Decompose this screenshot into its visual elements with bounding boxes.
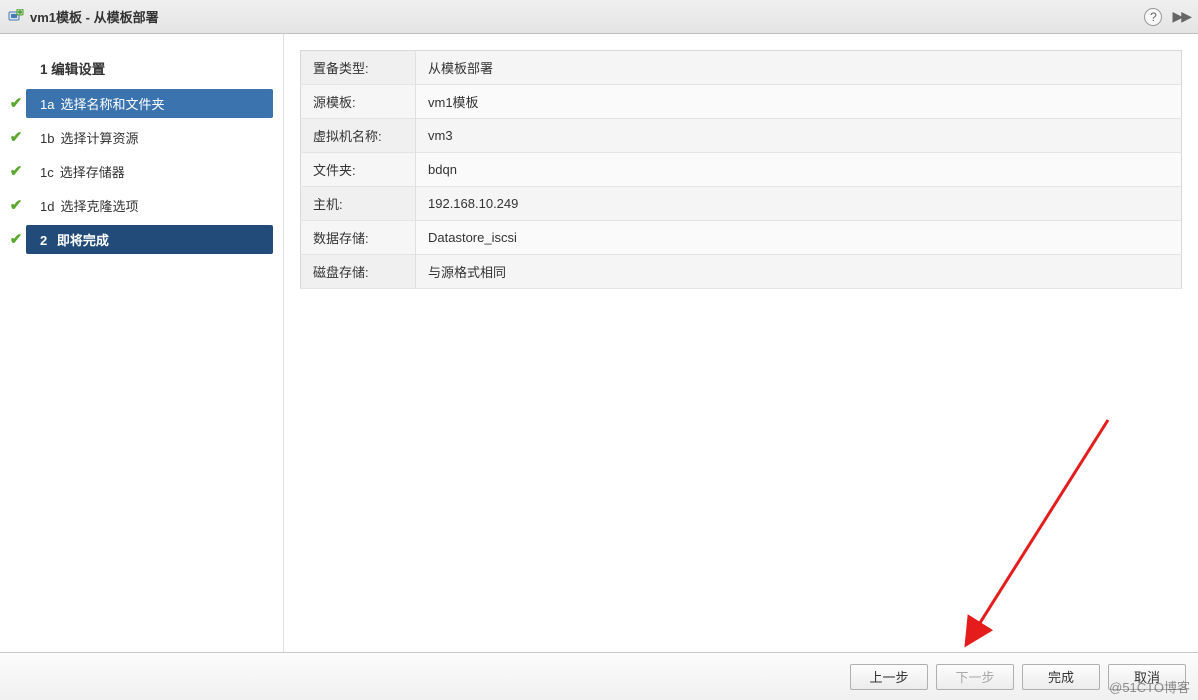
summary-table: 置备类型:从模板部署 源模板:vm1模板 虚拟机名称:vm3 文件夹:bdqn …: [300, 50, 1182, 289]
summary-panel: 置备类型:从模板部署 源模板:vm1模板 虚拟机名称:vm3 文件夹:bdqn …: [284, 34, 1198, 652]
checkmark-icon: ✔: [6, 162, 26, 180]
step-label: 1c选择存储器: [26, 157, 273, 186]
main-area: 1 编辑设置 ✔ 1a选择名称和文件夹 ✔ 1b选择计算资源 ✔ 1c选择存储器…: [0, 34, 1198, 652]
wizard-sidebar: 1 编辑设置 ✔ 1a选择名称和文件夹 ✔ 1b选择计算资源 ✔ 1c选择存储器…: [0, 34, 284, 652]
step-label: 1a选择名称和文件夹: [26, 89, 273, 118]
sidebar-section-title: 1 编辑设置: [0, 52, 273, 88]
checkmark-icon: ✔: [6, 94, 26, 112]
titlebar: vm1模板 - 从模板部署 ? ▶▶: [0, 0, 1198, 34]
help-icon[interactable]: ?: [1144, 8, 1162, 26]
row-provision-type: 置备类型:从模板部署: [301, 51, 1182, 85]
step-label: 1b选择计算资源: [26, 123, 273, 152]
row-source-template: 源模板:vm1模板: [301, 85, 1182, 119]
checkmark-icon: ✔: [6, 196, 26, 214]
window-title: vm1模板 - 从模板部署: [30, 7, 1144, 26]
wizard-step-clone-options[interactable]: ✔ 1d选择克隆选项: [0, 190, 273, 220]
checkmark-icon: ✔: [6, 230, 26, 248]
wizard-step-name-folder[interactable]: ✔ 1a选择名称和文件夹: [0, 88, 273, 118]
step-label: 1d选择克隆选项: [26, 191, 273, 220]
finish-button[interactable]: 完成: [1022, 664, 1100, 690]
row-folder: 文件夹:bdqn: [301, 153, 1182, 187]
wizard-footer: 上一步 下一步 完成 取消: [0, 652, 1198, 700]
next-button: 下一步: [936, 664, 1014, 690]
row-disk-storage: 磁盘存储:与源格式相同: [301, 255, 1182, 289]
wizard-step-compute[interactable]: ✔ 1b选择计算资源: [0, 122, 273, 152]
wizard-step-ready-to-complete[interactable]: ✔ 2 即将完成: [0, 224, 273, 254]
wizard-step-storage[interactable]: ✔ 1c选择存储器: [0, 156, 273, 186]
row-vm-name: 虚拟机名称:vm3: [301, 119, 1182, 153]
prev-button[interactable]: 上一步: [850, 664, 928, 690]
step-label: 2 即将完成: [26, 225, 273, 254]
row-host: 主机:192.168.10.249: [301, 187, 1182, 221]
checkmark-icon: ✔: [6, 128, 26, 146]
expand-icon[interactable]: ▶▶: [1172, 8, 1190, 25]
vm-template-icon: [8, 9, 24, 25]
cancel-button[interactable]: 取消: [1108, 664, 1186, 690]
row-datastore: 数据存储:Datastore_iscsi: [301, 221, 1182, 255]
